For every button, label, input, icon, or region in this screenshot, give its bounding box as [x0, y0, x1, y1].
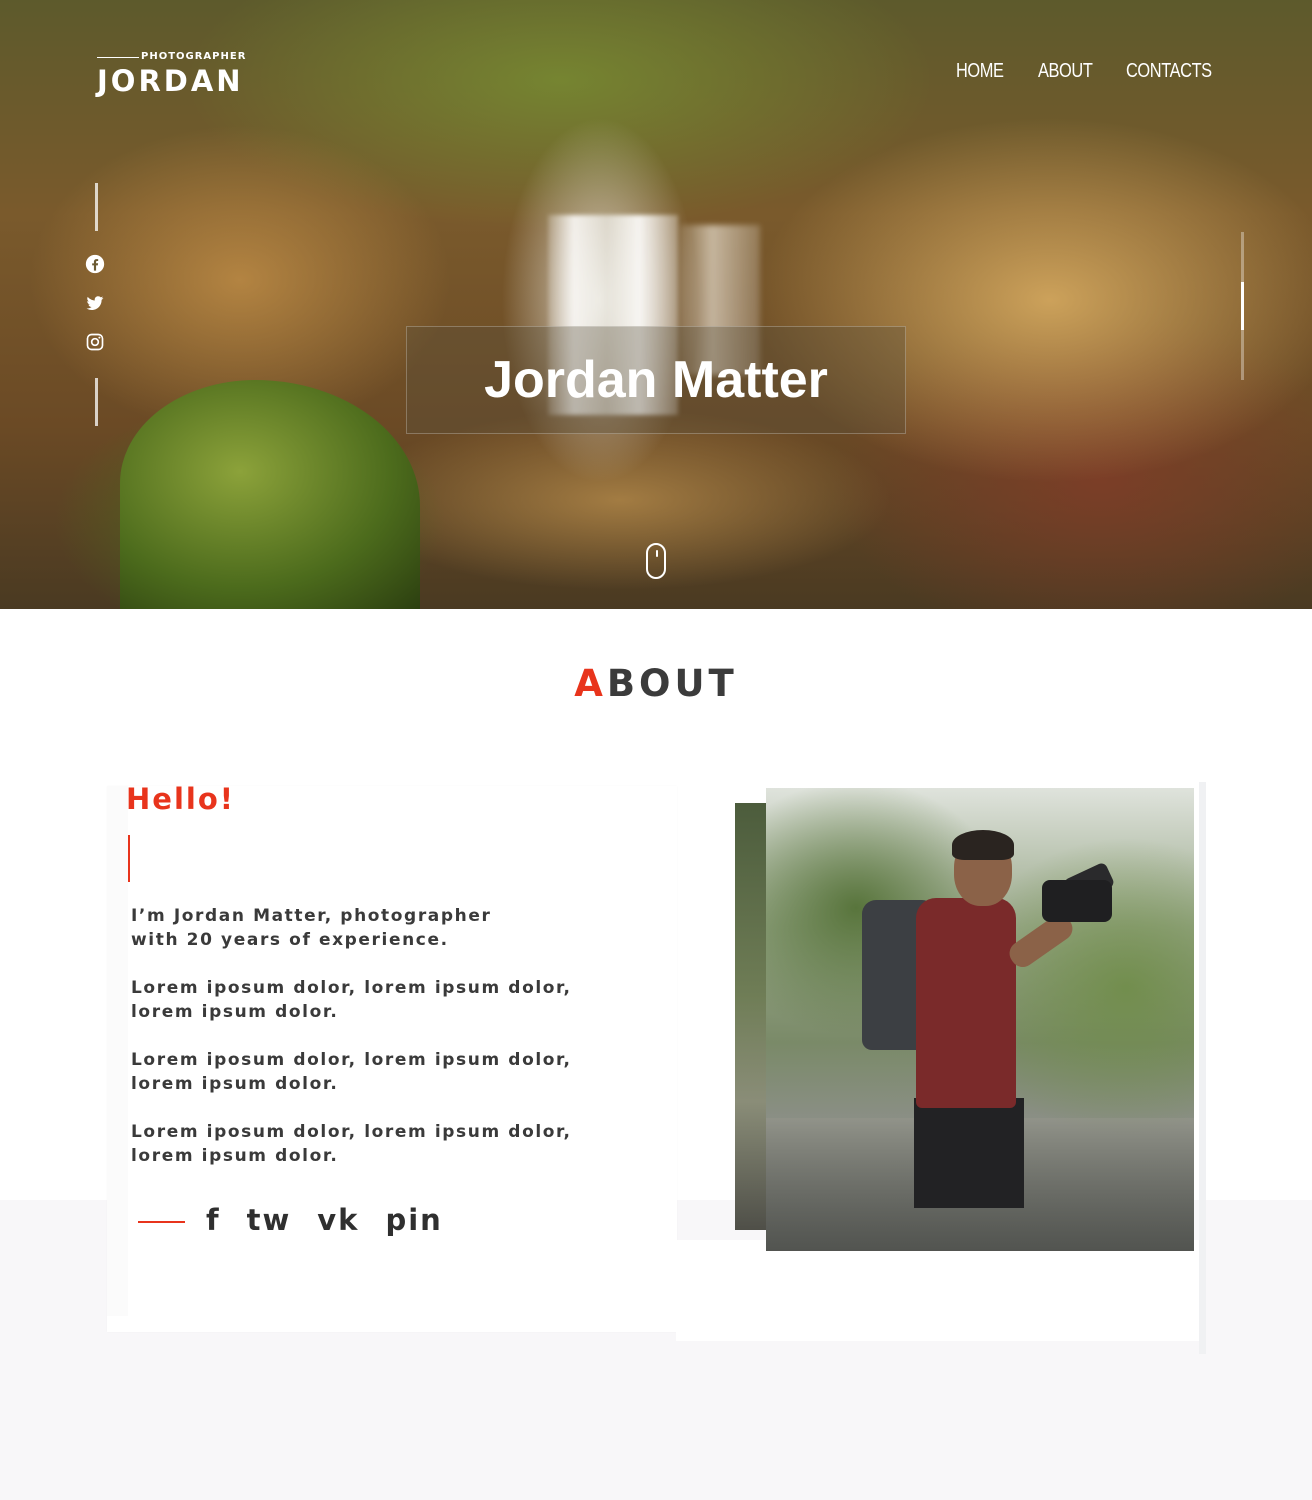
hero-section: PHOTOGRAPHER JORDAN HOME ABOUT CONTACTS …: [0, 0, 1312, 609]
about-greeting: Hello!: [126, 782, 235, 816]
photo-hair: [952, 830, 1014, 860]
photo-legs: [914, 1098, 1024, 1208]
mouse-scroll-icon[interactable]: [646, 543, 666, 579]
hero-title-box: Jordan Matter: [406, 326, 906, 434]
about-paragraph-intro: I’m Jordan Matter, photographer with 20 …: [131, 906, 492, 950]
photo-torso: [916, 898, 1016, 1108]
about-heading: ABOUT: [0, 662, 1312, 705]
nav-about[interactable]: ABOUT: [1038, 60, 1093, 83]
social-rail: [85, 254, 107, 371]
social-rail-bottom-line: [95, 378, 98, 426]
photo-card-shadow: [1199, 782, 1206, 1354]
facebook-icon[interactable]: [85, 254, 105, 274]
about-heading-rest: BOUT: [606, 662, 738, 705]
slide-indicator-active[interactable]: [1241, 282, 1244, 330]
logo-subtitle: PHOTOGRAPHER: [141, 51, 247, 62]
instagram-icon[interactable]: [85, 332, 105, 352]
twitter-icon[interactable]: [85, 293, 105, 313]
about-paragraph: Lorem iposum dolor, lorem ipsum dolor, l…: [131, 1050, 572, 1094]
share-twitter-link[interactable]: tw: [247, 1203, 292, 1237]
share-facebook-link[interactable]: f: [206, 1203, 221, 1237]
logo-rule: [97, 57, 139, 58]
photographer-photo: [766, 788, 1194, 1251]
photo-camera: [1042, 880, 1112, 922]
about-heading-accent-letter: A: [574, 662, 607, 705]
share-links: f tw vk pin: [206, 1203, 443, 1237]
nav-home[interactable]: HOME: [956, 60, 1004, 83]
photo-card-base: [676, 1240, 1199, 1341]
share-vk-link[interactable]: vk: [317, 1203, 359, 1237]
share-pinterest-link[interactable]: pin: [385, 1203, 442, 1237]
greeting-accent-bar: [128, 835, 130, 882]
hero-title: Jordan Matter: [484, 351, 828, 409]
about-paragraph: Lorem iposum dolor, lorem ipsum dolor, l…: [131, 978, 572, 1022]
nav-contacts[interactable]: CONTACTS: [1126, 60, 1212, 83]
about-text-card-edge: [107, 786, 128, 1316]
hero-background-moss-rock: [120, 380, 420, 609]
logo-title: JORDAN: [97, 64, 244, 98]
about-paragraph: Lorem iposum dolor, lorem ipsum dolor, l…: [131, 1122, 572, 1166]
share-accent-line: [138, 1221, 185, 1223]
social-rail-top-line: [95, 183, 98, 231]
main-nav: HOME ABOUT CONTACTS: [956, 60, 1212, 83]
